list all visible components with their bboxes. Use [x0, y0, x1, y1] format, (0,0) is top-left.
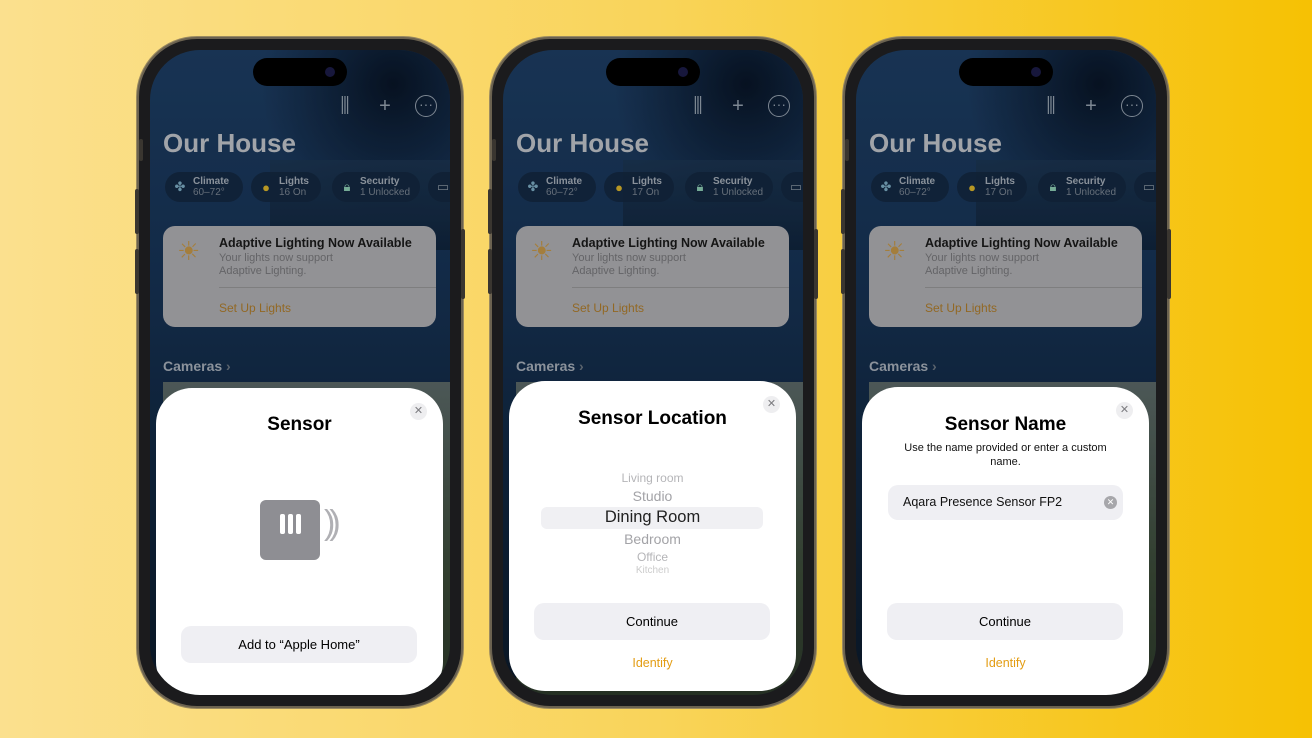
clear-icon[interactable]: ✕ — [1104, 496, 1117, 509]
side-button — [1167, 229, 1171, 299]
phone-3: ⫼ + ··· Our House ✤ Climate 60–72° ● Lights… — [841, 37, 1171, 708]
picker-option[interactable]: Office — [509, 550, 796, 564]
add-to-home-button[interactable]: Add to “Apple Home” — [181, 626, 417, 663]
sheet-title: Sensor Location — [578, 408, 727, 429]
side-button — [461, 229, 465, 299]
picker-option[interactable]: Kitchen — [509, 565, 796, 573]
continue-button[interactable]: Continue — [887, 603, 1123, 640]
sheet-subtitle: Use the name provided or enter a custom … — [904, 442, 1107, 468]
side-button — [492, 139, 496, 161]
phone-2: ⫼ + ··· Our House ✤ Climate 60–72° ● Lights… — [488, 37, 818, 708]
picker-option[interactable]: Living room — [509, 471, 796, 485]
side-button — [841, 249, 845, 294]
continue-button[interactable]: Continue — [534, 603, 770, 640]
identify-link[interactable]: Identify — [862, 656, 1149, 670]
side-button — [135, 249, 139, 294]
identify-link[interactable]: Identify — [509, 656, 796, 670]
sensor-location-sheet: ✕ Sensor Location Living room Studio Din… — [509, 381, 796, 691]
sheet-title: Sensor — [267, 414, 332, 435]
sensor-name-input[interactable]: Aqara Presence Sensor FP2 ✕ — [888, 485, 1123, 520]
screen: ⫼ + ··· Our House ✤ Climate 60–72° ● Lights… — [856, 50, 1156, 695]
side-button — [841, 189, 845, 234]
picker-option[interactable]: Studio — [509, 488, 796, 504]
phone-1: ⫼ + ··· Our House ✤ Climate 60–72° ● Lights… — [135, 37, 465, 708]
sensor-sheet: ✕ Sensor )) Add to “Apple Home” — [156, 388, 443, 695]
side-button — [488, 249, 492, 294]
screen: ⫼ + ··· Our House ✤ Climate 60–72° ● Lights… — [503, 50, 803, 695]
side-button — [814, 229, 818, 299]
picker-option[interactable]: Bedroom — [509, 531, 796, 547]
side-button — [488, 189, 492, 234]
sheet-title: Sensor Name — [944, 414, 1067, 435]
wireless-waves-icon: )) — [324, 504, 340, 542]
side-button — [845, 139, 849, 161]
side-button — [135, 189, 139, 234]
screen: ⫼ + ··· Our House ✤ Climate 60–72° ● Lights… — [150, 50, 450, 695]
picker-option-selected[interactable]: Dining Room — [509, 508, 796, 527]
sensor-name-sheet: ✕ Sensor Name Use the name provided or e… — [862, 387, 1149, 695]
input-value: Aqara Presence Sensor FP2 — [903, 495, 1063, 509]
side-button — [139, 139, 143, 161]
sensor-device-icon — [260, 500, 320, 560]
